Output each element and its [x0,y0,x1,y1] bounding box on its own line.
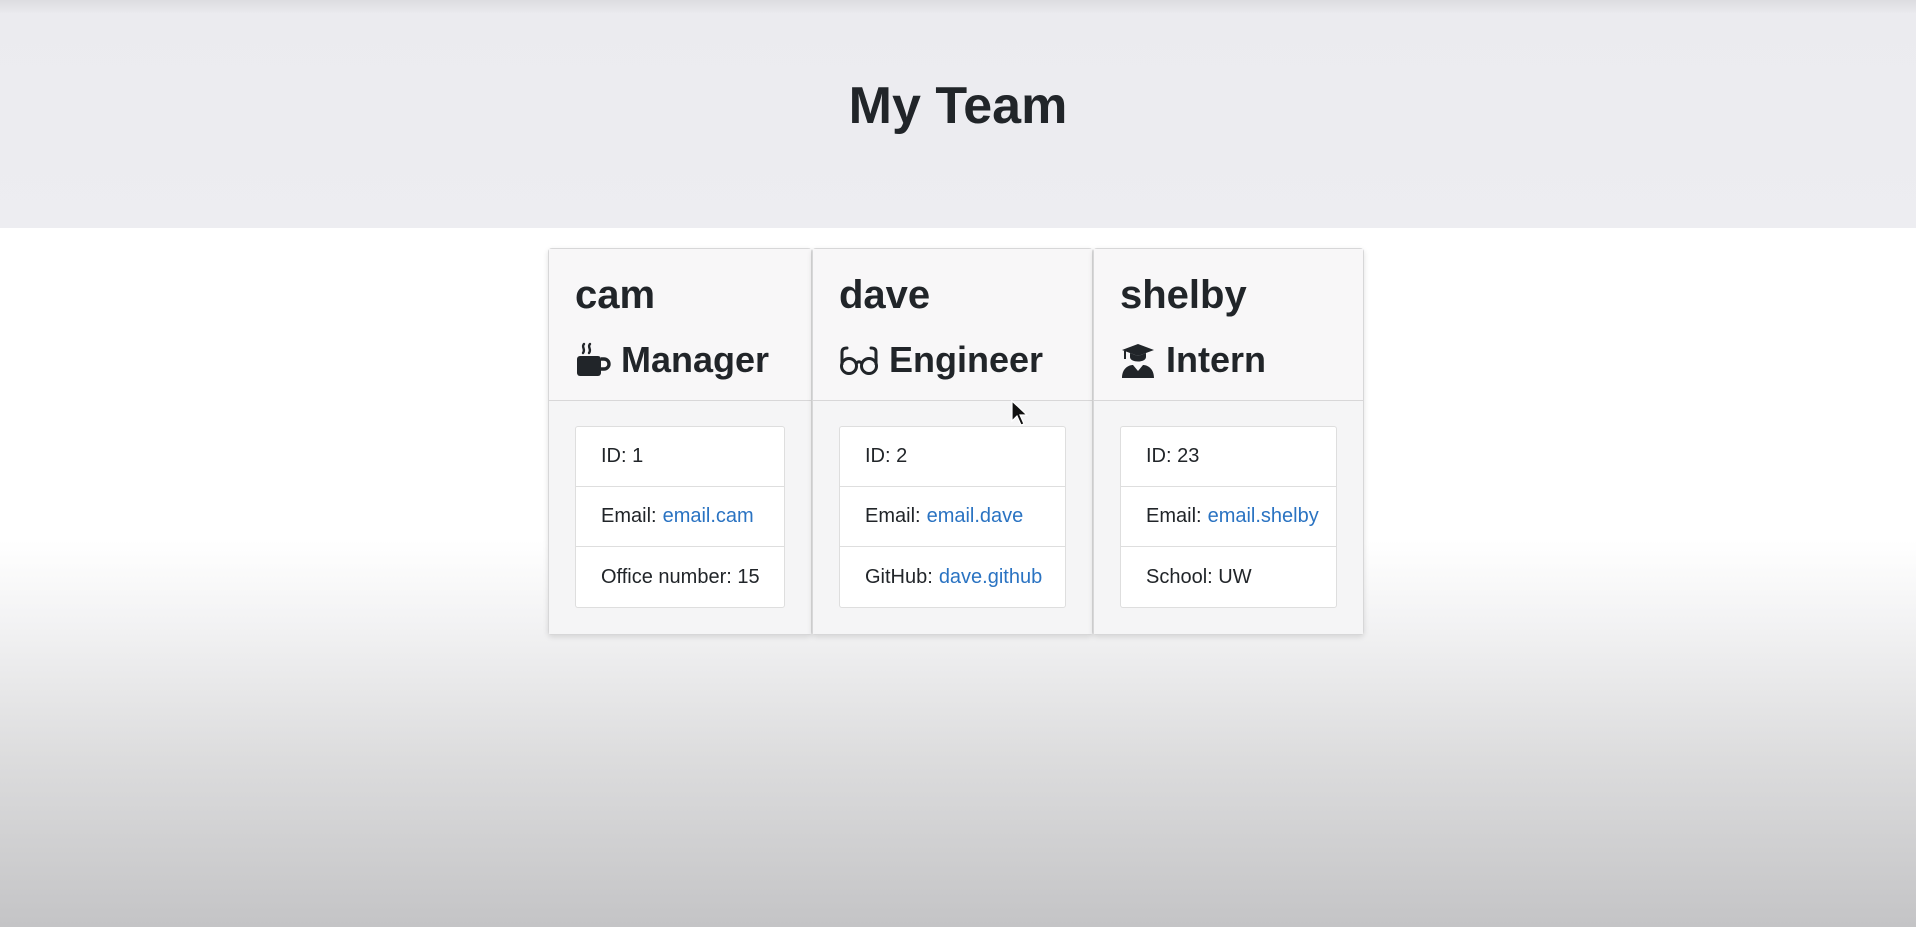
employee-name: cam [575,273,656,317]
school-item: School: UW [1121,547,1336,607]
manager-card: cam Manager ID: 1 Email: email.cam Offic… [548,248,812,635]
github-link[interactable]: dave.github [939,566,1042,589]
card-header: shelby Intern [1094,249,1363,401]
employee-name: shelby [1120,273,1247,317]
team-cards: cam Manager ID: 1 Email: email.cam Offic… [548,248,1364,635]
intern-card: shelby Intern ID: 23 Email: email.shelby… [1093,248,1364,635]
id-item: ID: 1 [576,427,784,487]
email-item: Email: email.shelby [1121,487,1336,547]
office-number-value: 15 [737,565,760,588]
role-label: Manager [621,339,770,380]
id-item: ID: 23 [1121,427,1336,487]
email-link[interactable]: email.cam [663,505,754,528]
page-title: My Team [848,77,1068,135]
card-header: cam Manager [549,249,811,401]
email-link[interactable]: email.dave [927,505,1024,528]
info-list: ID: 23 Email: email.shelby School: UW [1120,426,1337,608]
email-item: Email: email.dave [840,487,1065,547]
email-label: Email: [1146,505,1202,527]
school-value: UW [1218,565,1252,588]
github-label: GitHub: [865,565,933,588]
mouse-cursor-icon [1011,400,1029,426]
page-header: My Team [0,0,1916,228]
employee-role: Manager [575,339,785,381]
employee-name: dave [839,273,931,317]
role-label: Intern [1166,339,1267,380]
email-item: Email: email.cam [576,487,784,547]
role-label: Engineer [889,339,1044,380]
card-body: ID: 2 Email: email.dave GitHub: dave.githu… [813,401,1092,634]
id-label: ID: [865,445,891,467]
mug-icon [575,342,611,378]
id-label: ID: [601,445,627,467]
card-header: dave Engineer [813,249,1092,401]
email-label: Email: [865,505,921,527]
office-number-item: Office number: 15 [576,547,784,607]
id-value: 1 [632,445,644,467]
engineer-card: dave Engineer ID: 2 Email: email.dave Gi… [812,248,1093,635]
id-item: ID: 2 [840,427,1065,487]
graduate-icon [1120,342,1156,378]
email-link[interactable]: email.shelby [1208,505,1319,528]
employee-role: Engineer [839,339,1066,381]
id-value: 23 [1177,445,1200,467]
card-body: ID: 23 Email: email.shelby School: UW [1094,401,1363,634]
school-label: School: [1146,565,1213,588]
info-list: ID: 2 Email: email.dave GitHub: dave.githu… [839,426,1066,608]
card-body: ID: 1 Email: email.cam Office number: 15 [549,401,811,634]
email-label: Email: [601,505,657,527]
info-list: ID: 1 Email: email.cam Office number: 15 [575,426,785,608]
employee-role: Intern [1120,339,1337,381]
office-number-label: Office number: [601,565,732,588]
github-item: GitHub: dave.github [840,547,1065,607]
id-value: 2 [896,445,908,467]
id-label: ID: [1146,445,1172,467]
glasses-icon [839,342,879,378]
